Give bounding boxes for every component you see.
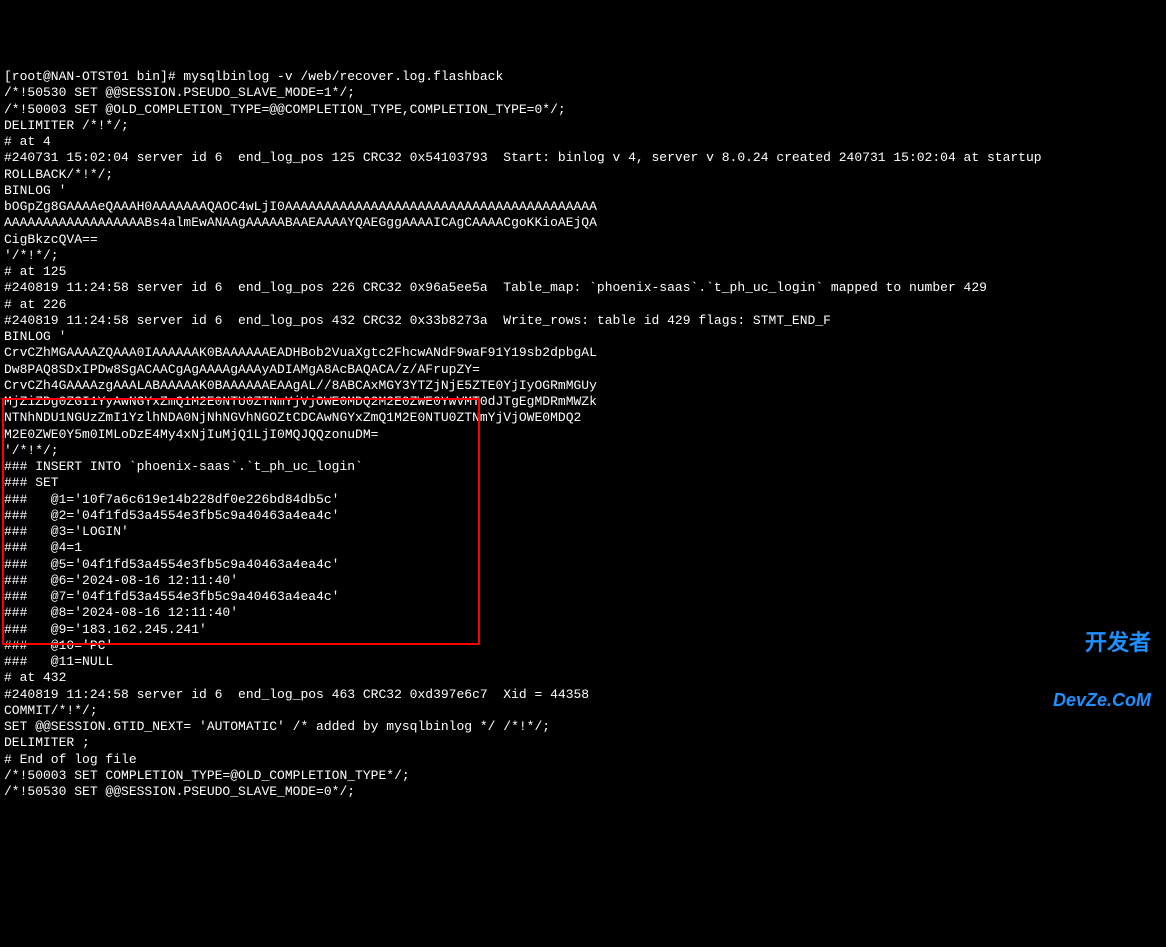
terminal-line: MjZiZDg0ZGI1YyAwNGYxZmQ1M2E0NTU0ZTNmYjVj… (4, 394, 1162, 410)
terminal-line: ### @7='04f1fd53a4554e3fb5c9a40463a4ea4c… (4, 589, 1162, 605)
terminal-line: # at 125 (4, 264, 1162, 280)
terminal-line: /*!50530 SET @@SESSION.PSEUDO_SLAVE_MODE… (4, 85, 1162, 101)
terminal-line: '/*!*/; (4, 443, 1162, 459)
terminal-line: SET @@SESSION.GTID_NEXT= 'AUTOMATIC' /* … (4, 719, 1162, 735)
terminal-line: DELIMITER /*!*/; (4, 118, 1162, 134)
terminal-line: NTNhNDU1NGUzZmI1YzlhNDA0NjNhNGVhNGOZtCDC… (4, 410, 1162, 426)
terminal-line: ### @9='183.162.245.241' (4, 622, 1162, 638)
terminal-line: CigBkzcQVA== (4, 232, 1162, 248)
terminal-line: ### @5='04f1fd53a4554e3fb5c9a40463a4ea4c… (4, 557, 1162, 573)
terminal-line: ### @3='LOGIN' (4, 524, 1162, 540)
terminal-line: /*!50003 SET COMPLETION_TYPE=@OLD_COMPLE… (4, 768, 1162, 784)
terminal-line: CrvCZhMGAAAAZQAAA0IAAAAAAK0BAAAAAAEADHBo… (4, 345, 1162, 361)
terminal-line: ### @6='2024-08-16 12:11:40' (4, 573, 1162, 589)
terminal-line: ### INSERT INTO `phoenix-saas`.`t_ph_uc_… (4, 459, 1162, 475)
terminal-line: #240819 11:24:58 server id 6 end_log_pos… (4, 687, 1162, 703)
terminal-line: #240819 11:24:58 server id 6 end_log_pos… (4, 313, 1162, 329)
terminal-line: COMMIT/*!*/; (4, 703, 1162, 719)
terminal-line: bOGpZg8GAAAAeQAAAH0AAAAAAAQAOC4wLjI0AAAA… (4, 199, 1162, 215)
terminal-line: ### SET (4, 475, 1162, 491)
terminal-line: ### @2='04f1fd53a4554e3fb5c9a40463a4ea4c… (4, 508, 1162, 524)
terminal-line: # at 4 (4, 134, 1162, 150)
terminal-line: ### @1='10f7a6c619e14b228df0e226bd84db5c… (4, 492, 1162, 508)
terminal-line: # at 226 (4, 297, 1162, 313)
terminal-line: ### @10='PC' (4, 638, 1162, 654)
terminal-line: Dw8PAQ8SDxIPDw8SgACAACgAgAAAAgAAAyADIAMg… (4, 362, 1162, 378)
terminal-output: [root@NAN-OTST01 bin]# mysqlbinlog -v /w… (4, 69, 1162, 800)
terminal-line: M2E0ZWE0Y5m0IMLoDzE4My4xNjIuMjQ1LjI0MQJQ… (4, 427, 1162, 443)
terminal-line: BINLOG ' (4, 329, 1162, 345)
terminal-line: #240731 15:02:04 server id 6 end_log_pos… (4, 150, 1162, 166)
terminal-line: /*!50530 SET @@SESSION.PSEUDO_SLAVE_MODE… (4, 784, 1162, 800)
terminal-line: AAAAAAAAAAAAAAAAAABs4almEwANAAgAAAAABAAE… (4, 215, 1162, 231)
terminal-line: #240819 11:24:58 server id 6 end_log_pos… (4, 280, 1162, 296)
terminal-line: # End of log file (4, 752, 1162, 768)
terminal-line: BINLOG ' (4, 183, 1162, 199)
terminal-line: '/*!*/; (4, 248, 1162, 264)
terminal-line: ROLLBACK/*!*/; (4, 167, 1162, 183)
terminal-line: ### @4=1 (4, 540, 1162, 556)
terminal-line: [root@NAN-OTST01 bin]# mysqlbinlog -v /w… (4, 69, 1162, 85)
terminal-line: /*!50003 SET @OLD_COMPLETION_TYPE=@@COMP… (4, 102, 1162, 118)
terminal-line: ### @11=NULL (4, 654, 1162, 670)
terminal-line: ### @8='2024-08-16 12:11:40' (4, 605, 1162, 621)
terminal-line: CrvCZh4GAAAAzgAAALABAAAAAK0BAAAAAAEAAgAL… (4, 378, 1162, 394)
terminal-line: # at 432 (4, 670, 1162, 686)
